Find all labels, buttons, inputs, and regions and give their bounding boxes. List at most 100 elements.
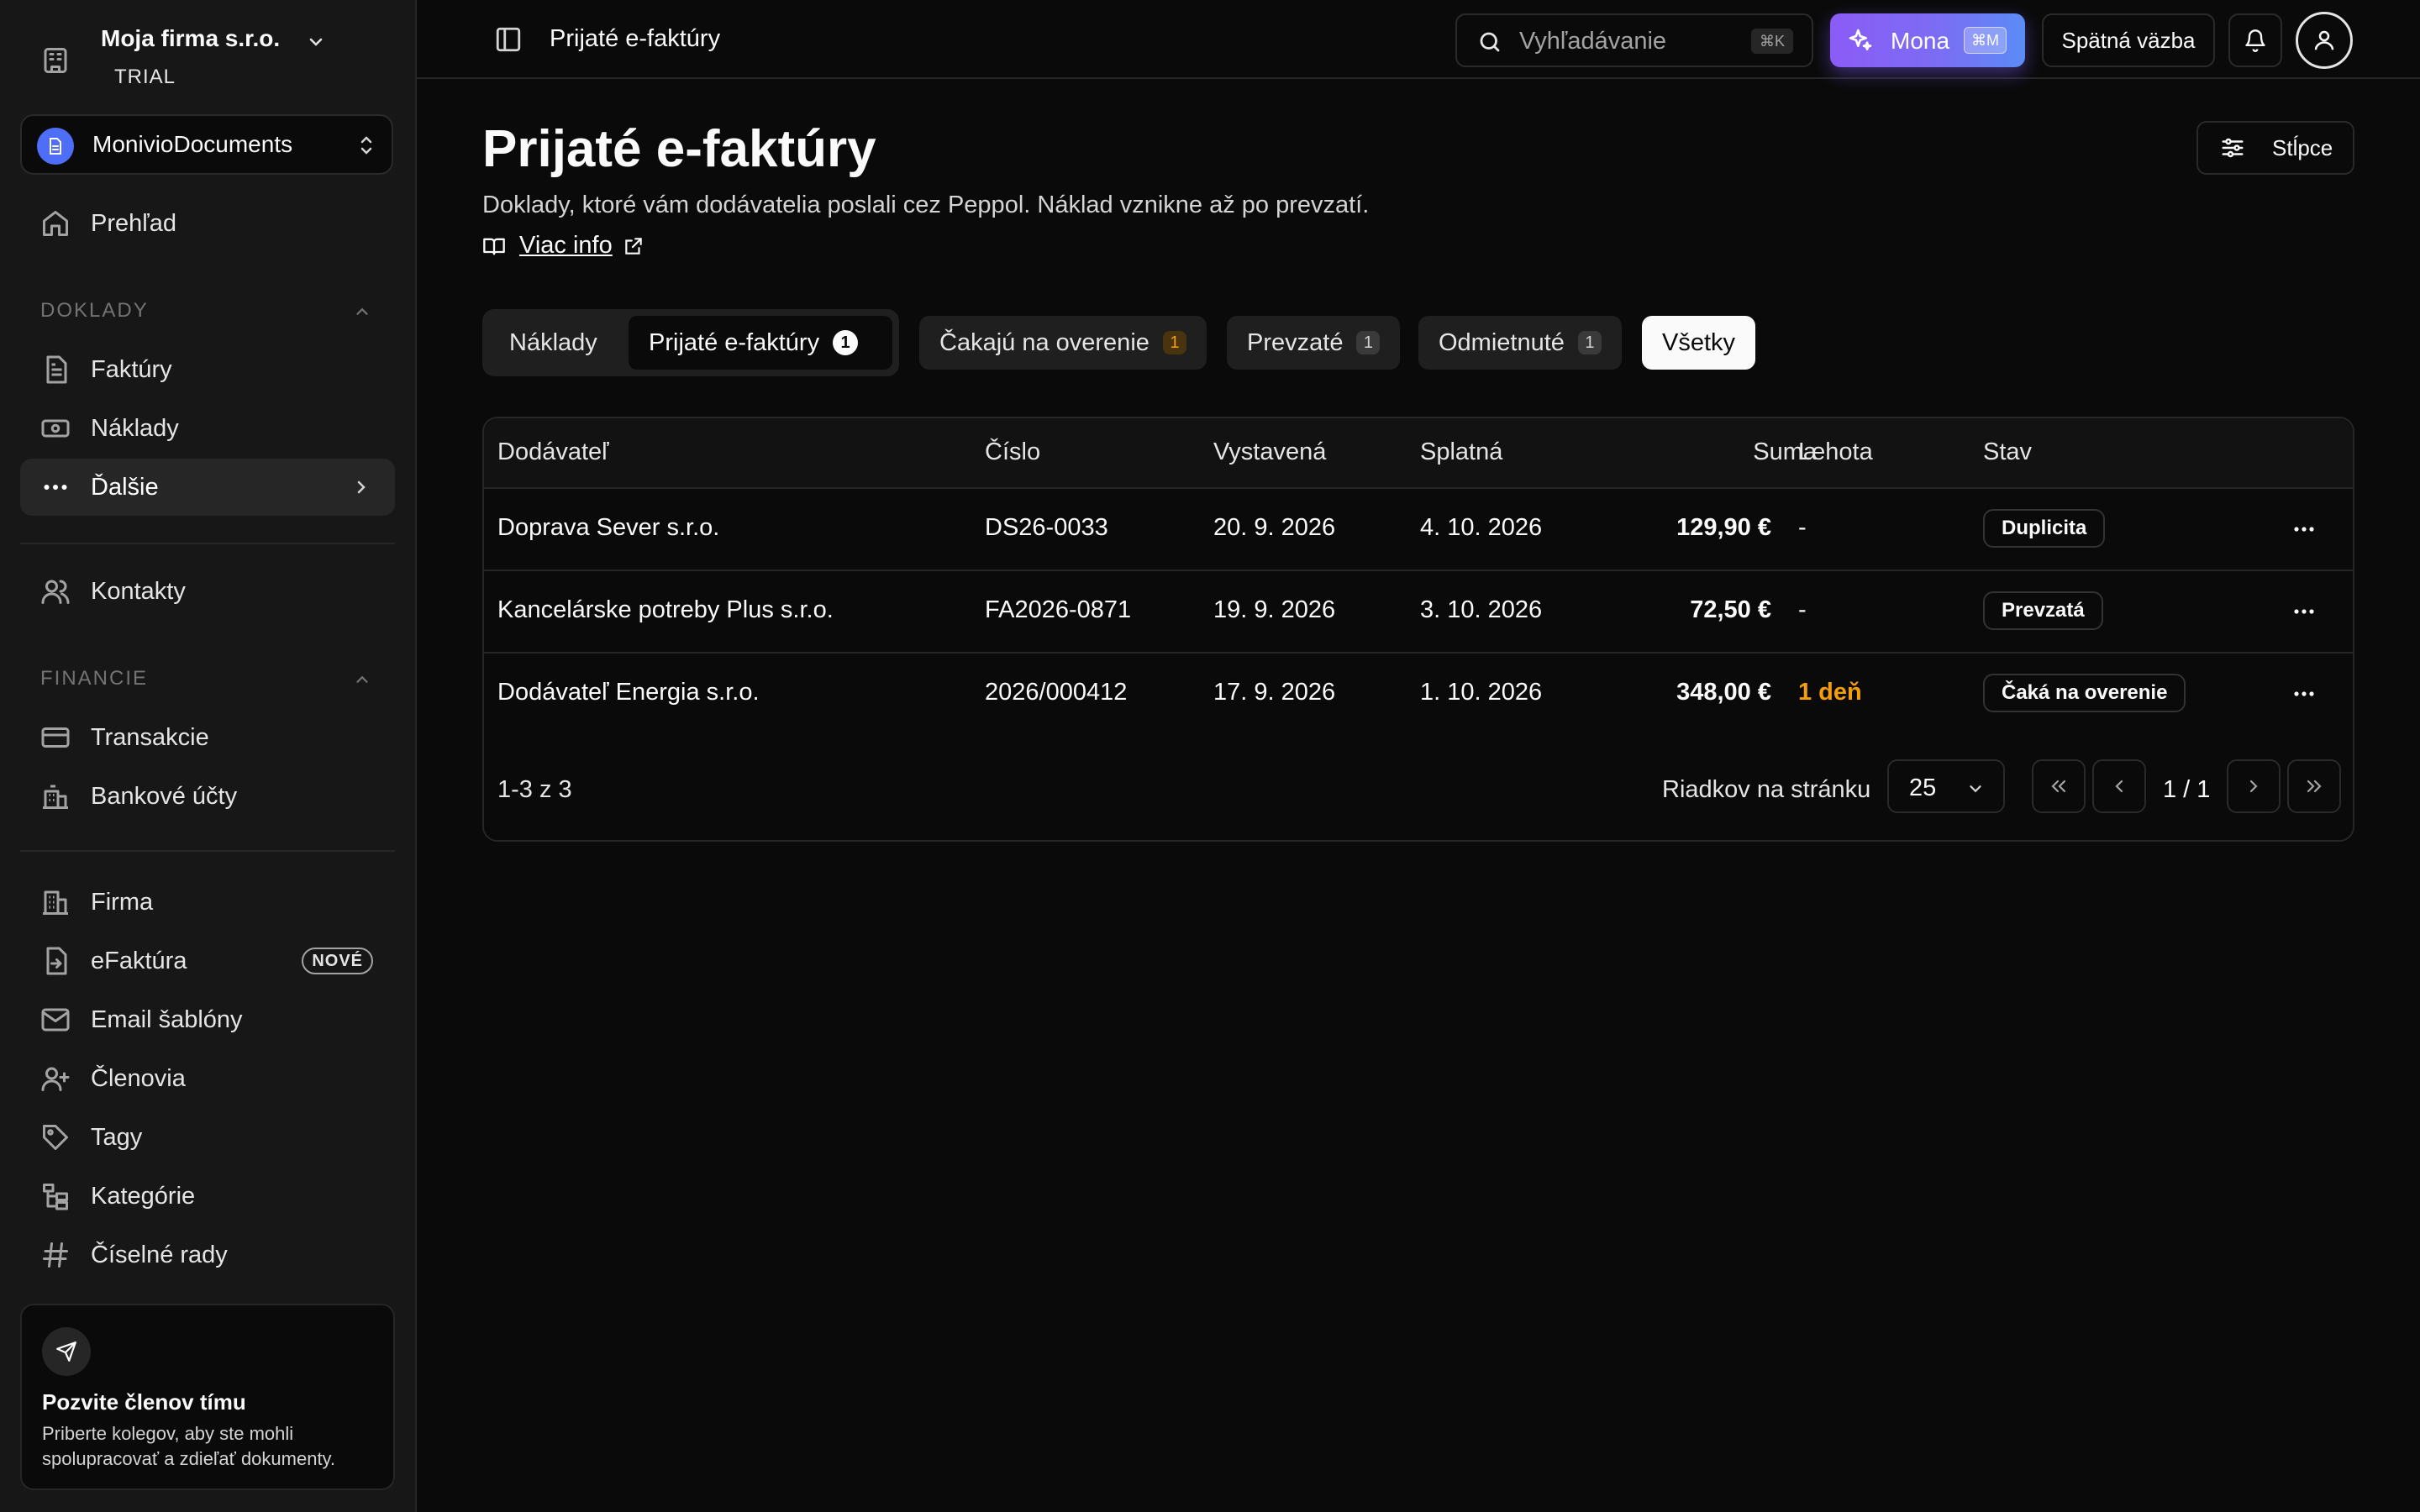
user-avatar[interactable] bbox=[2296, 12, 2353, 69]
app-switcher[interactable]: MonivioDocuments bbox=[20, 114, 393, 175]
sidebar-item-clenovia[interactable]: Členovia bbox=[20, 1050, 395, 1107]
count-badge: 1 bbox=[1577, 331, 1602, 354]
cell-due: 3. 10. 2026 bbox=[1420, 596, 1543, 623]
section-label: DOKLADY bbox=[40, 299, 149, 322]
sidebar-item-label: Email šablóny bbox=[91, 1005, 243, 1033]
more-horizontal-icon bbox=[39, 470, 72, 504]
rows-per-page-select[interactable]: 25 bbox=[1887, 759, 2005, 813]
more-info-label: Viac info bbox=[519, 232, 613, 259]
table-row[interactable]: Kancelárske potreby Plus s.r.o. FA2026-0… bbox=[484, 571, 2353, 654]
page-title: Prijaté e-faktúry bbox=[482, 120, 876, 178]
tab-prijate-efaktury[interactable]: Prijaté e-faktúry 1 bbox=[629, 316, 892, 370]
sidebar-item-label: Firma bbox=[91, 888, 154, 916]
sidebar-item-label: Číselné rady bbox=[91, 1241, 228, 1268]
search-icon bbox=[1477, 29, 1502, 55]
breadcrumb: Prijaté e-faktúry bbox=[550, 25, 721, 52]
sidebar-item-dalsie[interactable]: Ďalšie bbox=[20, 459, 395, 516]
file-text-icon bbox=[39, 353, 72, 386]
search-input[interactable]: Vyhľadávanie ⌘K bbox=[1455, 13, 1813, 67]
filter-prevzate[interactable]: Prevzaté 1 bbox=[1227, 316, 1401, 370]
sidebar-item-label: Kontakty bbox=[91, 577, 186, 605]
row-actions-icon[interactable] bbox=[2291, 522, 2317, 536]
filter-cakaju-na-overenie[interactable]: Čakajú na overenie 1 bbox=[919, 316, 1207, 370]
sidebar-item-efaktura[interactable]: eFaktúra NOVÉ bbox=[20, 932, 395, 990]
previous-page-button[interactable] bbox=[2092, 759, 2146, 813]
last-page-button[interactable] bbox=[2287, 759, 2341, 813]
mail-icon bbox=[39, 1003, 72, 1037]
more-info-link[interactable]: Viac info bbox=[482, 232, 644, 260]
table-row[interactable]: Doprava Sever s.r.o. DS26-0033 20. 9. 20… bbox=[484, 489, 2353, 571]
rows-per-page-value: 25 bbox=[1909, 774, 1937, 801]
building-icon bbox=[40, 45, 71, 76]
rows-per-page-label: Riadkov na stránku bbox=[1662, 776, 1871, 803]
notifications-button[interactable] bbox=[2228, 13, 2282, 67]
bell-icon bbox=[2244, 29, 2267, 52]
users-icon bbox=[39, 575, 72, 608]
filter-label: Všetky bbox=[1662, 328, 1736, 356]
sidebar-item-overview[interactable]: Prehľad bbox=[20, 195, 395, 252]
section-header-doklady[interactable]: DOKLADY bbox=[40, 299, 368, 323]
sidebar-item-label: Prehľad bbox=[91, 209, 176, 237]
filter-vsetky[interactable]: Všetky bbox=[1642, 316, 1756, 370]
cell-number: DS26-0033 bbox=[985, 514, 1108, 541]
sidebar-item-kategorie[interactable]: Kategórie bbox=[20, 1168, 395, 1225]
invite-team-card[interactable]: Pozvite členov tímu Priberte kolegov, ab… bbox=[20, 1304, 395, 1490]
sidebar-item-label: Bankové účty bbox=[91, 782, 238, 810]
new-badge: NOVÉ bbox=[302, 948, 373, 974]
cell-amount: 72,50 € bbox=[1690, 596, 1771, 623]
section-label: FINANCIE bbox=[40, 667, 149, 690]
cell-deadline: - bbox=[1798, 596, 1807, 623]
document-type-tabs: Náklady Prijaté e-faktúry 1 bbox=[482, 309, 899, 376]
next-page-button[interactable] bbox=[2227, 759, 2281, 813]
status-badge: Prevzatá bbox=[1983, 591, 2103, 630]
tab-label: Náklady bbox=[509, 328, 597, 356]
search-placeholder: Vyhľadávanie bbox=[1519, 28, 1667, 55]
sidebar-item-kontakty[interactable]: Kontakty bbox=[20, 563, 395, 620]
table-row[interactable]: Dodávateľ Energia s.r.o. 2026/000412 17.… bbox=[484, 654, 2353, 736]
sidebar-item-bankove-ucty[interactable]: Bankové účty bbox=[20, 768, 395, 825]
sidebar-item-tagy[interactable]: Tagy bbox=[20, 1109, 395, 1166]
send-icon bbox=[42, 1327, 91, 1376]
sidebar-item-label: Transakcie bbox=[91, 723, 209, 751]
column-header-number: Číslo bbox=[985, 438, 1041, 465]
page-description: Doklady, ktoré vám dodávatelia poslali c… bbox=[482, 192, 1370, 218]
sidebar-item-naklady[interactable]: Náklady bbox=[20, 400, 395, 457]
columns-button[interactable]: Stĺpce bbox=[2196, 121, 2354, 175]
section-header-financie[interactable]: FINANCIE bbox=[40, 667, 368, 690]
sidebar-item-label: Ďalšie bbox=[91, 473, 159, 501]
row-actions-icon[interactable] bbox=[2291, 687, 2317, 701]
count-badge: 1 bbox=[833, 330, 859, 355]
document-app-icon bbox=[37, 128, 74, 165]
sidebar-item-transakcie[interactable]: Transakcie bbox=[20, 709, 395, 766]
sidebar-item-email-sablony[interactable]: Email šablóny bbox=[20, 991, 395, 1048]
chevron-right-icon bbox=[2244, 776, 2264, 796]
sidebar-divider bbox=[20, 850, 395, 852]
chevron-right-icon bbox=[351, 477, 371, 497]
page-info: 1 / 1 bbox=[2163, 776, 2211, 803]
count-badge: 1 bbox=[1162, 331, 1186, 354]
column-header-issued: Vystavená bbox=[1213, 438, 1327, 465]
invite-description: Priberte kolegov, aby ste mohli spolupra… bbox=[42, 1423, 336, 1469]
plan-badge: TRIAL bbox=[114, 66, 176, 88]
status-badge: Čaká na overenie bbox=[1983, 674, 2186, 712]
filter-odmietnute[interactable]: Odmietnuté 1 bbox=[1418, 316, 1622, 370]
status-badge: Duplicita bbox=[1983, 509, 2106, 548]
mona-button[interactable]: Mona ⌘M bbox=[1830, 13, 2025, 67]
cell-number: FA2026-0871 bbox=[985, 596, 1132, 623]
sidebar-toggle-icon[interactable] bbox=[494, 25, 523, 54]
cell-issued: 17. 9. 2026 bbox=[1213, 679, 1336, 706]
company-switcher[interactable]: Moja firma s.r.o. TRIAL bbox=[24, 20, 393, 97]
first-page-button[interactable] bbox=[2032, 759, 2086, 813]
feedback-button[interactable]: Spätná väzba bbox=[2042, 13, 2215, 67]
sidebar-item-firma[interactable]: Firma bbox=[20, 874, 395, 931]
table-footer: 1-3 z 3 Riadkov na stránku 25 1 / 1 bbox=[484, 738, 2353, 838]
row-actions-icon[interactable] bbox=[2291, 605, 2317, 618]
sidebar-item-ciselne-rady[interactable]: Číselné rady bbox=[20, 1226, 395, 1284]
tab-naklady[interactable]: Náklady bbox=[496, 316, 611, 370]
company-name: Moja firma s.r.o. bbox=[101, 25, 281, 51]
filter-label: Čakajú na overenie bbox=[939, 328, 1150, 356]
sidebar-item-faktury[interactable]: Faktúry bbox=[20, 341, 395, 398]
topbar: Prijaté e-faktúry Vyhľadávanie ⌘K Mona ⌘… bbox=[417, 0, 2420, 79]
cell-supplier: Dodávateľ Energia s.r.o. bbox=[497, 679, 760, 706]
user-plus-icon bbox=[39, 1062, 72, 1095]
